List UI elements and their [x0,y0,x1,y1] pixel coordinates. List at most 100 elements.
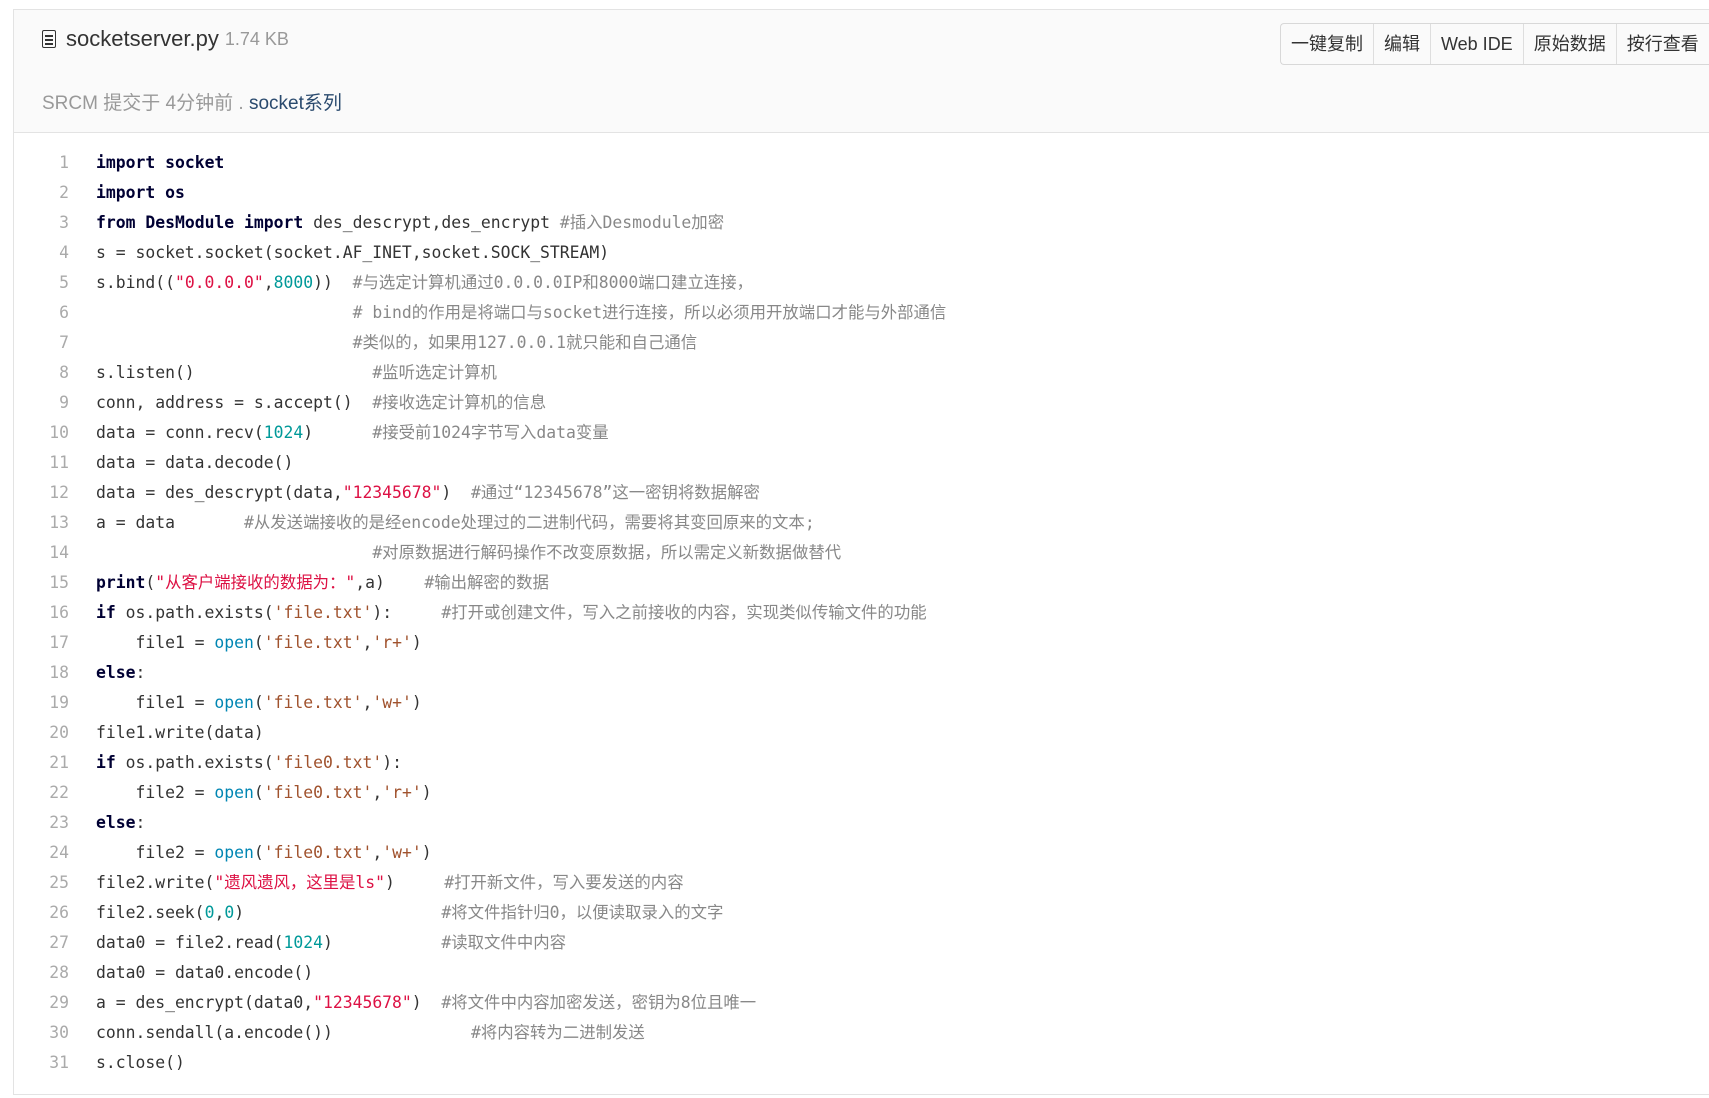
code-token: conn.sendall(a.encode()) [96,1023,471,1042]
code-text: a = data #从发送端接收的是经encode处理过的二进制代码，需要将其变… [96,508,815,538]
code-token: "12345678" [342,483,442,502]
code-token: #打开或创建文件，写入之前接收的内容，实现类似传输文件的功能 [441,603,927,622]
code-token: ( [253,843,264,862]
code-token: "遗风遗风，这里是ls" [214,873,386,892]
web-ide-button[interactable]: Web IDE [1431,24,1524,64]
code-text: conn.sendall(a.encode()) #将内容转为二进制发送 [96,1018,645,1048]
commit-time: 提交于 4分钟前 [103,93,234,114]
line-number[interactable]: 6 [14,298,96,328]
code-text: data0 = file2.read(1024) #读取文件中内容 [96,928,566,958]
code-text: file1.write(data) [96,718,264,748]
line-number[interactable]: 4 [14,238,96,268]
code-token: #从发送端接收的是经encode处理过的二进制代码，需要将其变回原来的文本; [244,513,815,532]
code-token: 0 [204,903,215,922]
code-line: 18 else: [14,658,946,688]
file-text-icon [42,30,56,48]
code-token: if [96,753,116,772]
line-number[interactable]: 13 [14,508,96,538]
code-token: ( [253,783,264,802]
code-token: from [96,213,136,232]
line-number[interactable]: 5 [14,268,96,298]
line-number[interactable]: 7 [14,328,96,358]
code-token: 'file.txt' [273,603,373,622]
code-token: print [96,573,146,592]
code-token: else [96,813,136,832]
code-token: #打开新文件，写入要发送的内容 [444,873,684,892]
code-token: import [244,213,304,232]
line-number[interactable]: 24 [14,838,96,868]
line-number[interactable]: 21 [14,748,96,778]
file-name: socketserver.py [66,26,219,51]
line-number[interactable]: 30 [14,1018,96,1048]
code-token: : [135,813,146,832]
code-token: if [96,603,116,622]
code-text: #对原数据进行解码操作不改变原数据，所以需定义新数据做替代 [96,538,841,568]
code-token: 0 [224,903,235,922]
code-token: #将文件指针归0，以便读取录入的文字 [441,903,724,922]
commit-author[interactable]: SRCM [42,93,98,114]
line-number[interactable]: 11 [14,448,96,478]
line-number[interactable]: 29 [14,988,96,1018]
code-text: else: [96,808,145,838]
line-number[interactable]: 18 [14,658,96,688]
copy-button[interactable]: 一键复制 [1281,24,1374,64]
edit-button[interactable]: 编辑 [1374,24,1431,64]
code-token: #输出解密的数据 [424,573,549,592]
code-token: conn, address = s.accept() [96,393,373,412]
code-token: s.bind(( [96,273,175,292]
code-text: conn, address = s.accept() #接收选定计算机的信息 [96,388,546,418]
code-text: data = des_descrypt(data,"12345678") #通过… [96,478,760,508]
line-number[interactable]: 1 [14,148,96,178]
code-text: s.bind(("0.0.0.0",8000)) #与选定计算机通过0.0.0.… [96,268,753,298]
line-number[interactable]: 26 [14,898,96,928]
code-token: file2 = [96,783,215,802]
code-line: 30 conn.sendall(a.encode()) #将内容转为二进制发送 [14,1018,946,1048]
line-number[interactable]: 31 [14,1048,96,1078]
file-viewer: socketserver.py 1.74 KB SRCM 提交于 4分钟前 . … [13,9,1709,1095]
line-number[interactable]: 8 [14,358,96,388]
code-token: import [96,183,156,202]
line-number[interactable]: 16 [14,598,96,628]
line-number[interactable]: 19 [14,688,96,718]
line-number[interactable]: 28 [14,958,96,988]
line-number[interactable]: 22 [14,778,96,808]
line-number[interactable]: 15 [14,568,96,598]
line-number[interactable]: 12 [14,478,96,508]
line-number[interactable]: 20 [14,718,96,748]
raw-button[interactable]: 原始数据 [1524,24,1617,64]
line-number[interactable]: 3 [14,208,96,238]
code-text: if os.path.exists('file.txt'): #打开或创建文件，… [96,598,927,628]
code-token: )) [313,273,353,292]
code-token: ) [385,873,445,892]
code-token: , [362,633,373,652]
code-line: 10 data = conn.recv(1024) #接受前1024字节写入dat… [14,418,946,448]
line-number[interactable]: 17 [14,628,96,658]
code-view[interactable]: 1 import socket 2 import os 3 from DesModule … [14,148,946,1078]
code-line: 1 import socket [14,148,946,178]
code-token: ) [441,483,471,502]
code-token: 'r+' [382,783,422,802]
line-number[interactable]: 9 [14,388,96,418]
line-number[interactable]: 14 [14,538,96,568]
code-token: DesModule [145,213,235,232]
code-token: , [263,273,274,292]
code-token: file2.seek( [96,903,205,922]
code-token: 'w+' [382,843,422,862]
line-number[interactable]: 25 [14,868,96,898]
code-token: os.path.exists( [115,753,274,772]
code-token: #对原数据进行解码操作不改变原数据，所以需定义新数据做替代 [372,543,842,562]
blame-button[interactable]: 按行查看 [1617,24,1709,64]
line-number[interactable]: 10 [14,418,96,448]
code-token: , [372,783,383,802]
code-token: , [362,693,373,712]
code-token: ) [234,903,442,922]
line-number[interactable]: 23 [14,808,96,838]
commit-message-link[interactable]: socket系列 [249,93,342,114]
code-text: file2 = open('file0.txt','w+') [96,838,431,868]
code-line: 31 s.close() [14,1048,946,1078]
line-number[interactable]: 2 [14,178,96,208]
line-number[interactable]: 27 [14,928,96,958]
code-token: open [214,633,254,652]
code-text: data = conn.recv(1024) #接受前1024字节写入data变… [96,418,609,448]
